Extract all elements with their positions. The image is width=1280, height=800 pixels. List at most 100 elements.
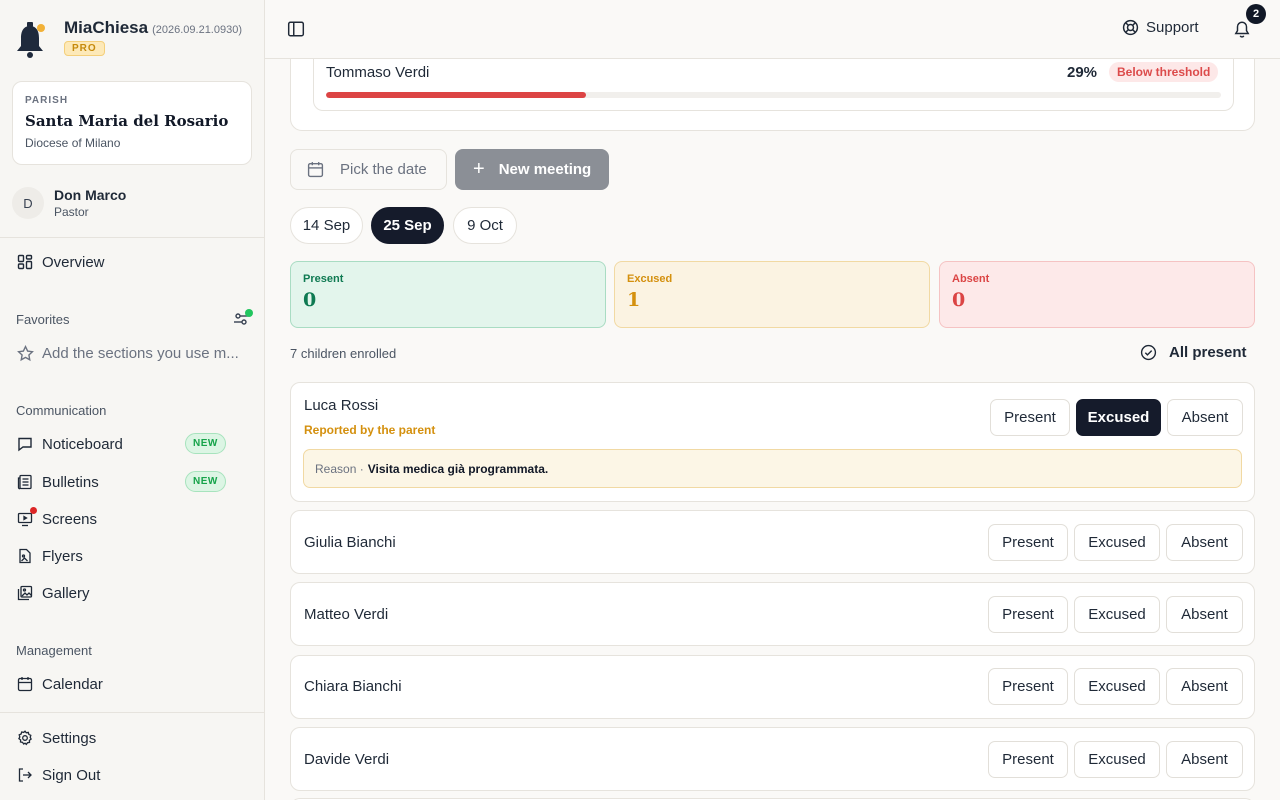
- sidebar-item-noticeboard[interactable]: Noticeboard: [16, 433, 123, 455]
- threshold-row: Tommaso Verdi 29% Below threshold: [313, 51, 1234, 111]
- sidebar-item-label: Overview: [42, 253, 105, 271]
- excused-button[interactable]: Excused: [1074, 741, 1160, 778]
- calendar-icon: [16, 675, 34, 693]
- sidebar-item-label: Settings: [42, 729, 97, 747]
- main-content: Tommaso Verdi 29% Below threshold Pick t…: [265, 0, 1280, 800]
- app-version: (2026.09.21.0930): [152, 24, 243, 36]
- excused-button[interactable]: Excused: [1074, 668, 1160, 705]
- sidebar-item-label: Noticeboard: [42, 435, 123, 453]
- excused-button[interactable]: Excused: [1074, 596, 1160, 633]
- date-picker-label: Pick the date: [340, 161, 427, 178]
- date-picker-button[interactable]: Pick the date: [290, 149, 447, 190]
- user-profile[interactable]: D Don Marco Pastor: [12, 187, 126, 219]
- attendance-progress-fill: [326, 92, 586, 98]
- child-card: Giulia Bianchi Present Excused Absent: [290, 510, 1255, 574]
- child-card: Chiara Bianchi Present Excused Absent: [290, 655, 1255, 719]
- sidebar-item-flyers[interactable]: Flyers: [16, 545, 83, 567]
- divider: [0, 712, 265, 713]
- absent-button[interactable]: Absent: [1166, 524, 1243, 561]
- reported-by-parent: Reported by the parent: [304, 423, 436, 437]
- sidebar-item-label: Flyers: [42, 547, 83, 565]
- child-card: Luca Rossi Reported by the parent Presen…: [290, 382, 1255, 502]
- child-name: Matteo Verdi: [304, 606, 389, 623]
- sidebar-toggle-icon[interactable]: [287, 20, 305, 38]
- sidebar-item-calendar[interactable]: Calendar: [16, 673, 103, 695]
- sidebar-item-label: Add the sections you use m...: [42, 344, 239, 362]
- notification-count-badge: 2: [1246, 4, 1266, 24]
- sidebar-item-overview[interactable]: Overview: [16, 251, 105, 273]
- support-button[interactable]: Support: [1122, 19, 1199, 36]
- threshold-child-name: Tommaso Verdi: [326, 64, 430, 81]
- topbar: Support 2: [265, 0, 1280, 59]
- date-chip-25-sep[interactable]: 25 Sep: [371, 207, 444, 244]
- new-meeting-button[interactable]: + New meeting: [455, 149, 609, 190]
- brand[interactable]: MiaChiesa (2026.09.21.0930) PRO: [14, 18, 242, 62]
- stat-absent: Absent 0: [939, 261, 1255, 328]
- new-badge: NEW: [185, 433, 226, 454]
- images-icon: [16, 584, 34, 602]
- notification-dot: [30, 507, 37, 514]
- child-card: Davide Verdi Present Excused Absent: [290, 727, 1255, 791]
- sidebar-item-label: Sign Out: [42, 766, 101, 784]
- all-present-label: All present: [1169, 344, 1247, 361]
- parish-diocese: Diocese of Milano: [25, 136, 121, 150]
- excused-button[interactable]: Excused: [1076, 399, 1161, 436]
- status-dot: [245, 309, 253, 317]
- customize-favorites-icon[interactable]: [233, 309, 253, 329]
- star-icon: [16, 344, 34, 362]
- newspaper-icon: [16, 473, 34, 491]
- parish-card[interactable]: PARISH Santa Maria del Rosario Diocese o…: [12, 81, 252, 165]
- parish-label: PARISH: [25, 95, 69, 106]
- divider: [0, 237, 265, 238]
- pro-badge: PRO: [64, 41, 105, 56]
- reason-label: Reason ·: [315, 461, 364, 476]
- sidebar-item-settings[interactable]: Settings: [16, 727, 96, 749]
- sidebar-item-favorites-placeholder[interactable]: Add the sections you use m...: [16, 342, 239, 364]
- stat-present-label: Present: [303, 273, 344, 285]
- child-name: Luca Rossi: [304, 397, 379, 414]
- stat-excused: Excused 1: [614, 261, 930, 328]
- all-present-button[interactable]: All present: [1140, 344, 1247, 361]
- sidebar-item-bulletins[interactable]: Bulletins: [16, 471, 99, 493]
- present-button[interactable]: Present: [990, 399, 1070, 436]
- present-button[interactable]: Present: [988, 668, 1068, 705]
- present-button[interactable]: Present: [988, 741, 1068, 778]
- excused-button[interactable]: Excused: [1074, 524, 1160, 561]
- child-name: Chiara Bianchi: [304, 678, 402, 695]
- new-badge: NEW: [185, 471, 226, 492]
- message-icon: [16, 435, 34, 453]
- sidebar-item-label: Bulletins: [42, 473, 99, 491]
- logout-icon: [16, 766, 34, 784]
- new-meeting-label: New meeting: [498, 161, 592, 178]
- grid-icon: [16, 253, 34, 271]
- absent-button[interactable]: Absent: [1167, 399, 1243, 436]
- absent-button[interactable]: Absent: [1166, 741, 1243, 778]
- absence-reason: Reason · Visita medica già programmata.: [303, 449, 1242, 488]
- absent-button[interactable]: Absent: [1166, 668, 1243, 705]
- date-chip-14-sep[interactable]: 14 Sep: [290, 207, 363, 244]
- present-button[interactable]: Present: [988, 596, 1068, 633]
- sidebar-item-sign-out[interactable]: Sign Out: [16, 764, 100, 786]
- stat-present-value: 0: [303, 289, 317, 311]
- stat-excused-value: 1: [627, 289, 641, 311]
- bell-icon[interactable]: [1233, 20, 1253, 40]
- app-name: MiaChiesa: [64, 18, 149, 37]
- sidebar-item-screens[interactable]: Screens: [16, 507, 98, 530]
- below-threshold-badge: Below threshold: [1109, 62, 1219, 82]
- sidebar-item-gallery[interactable]: Gallery: [16, 582, 90, 604]
- avatar: D: [12, 187, 44, 219]
- reason-text: Visita medica già programmata.: [367, 461, 549, 476]
- file-image-icon: [16, 547, 34, 565]
- sidebar-item-label: Screens: [42, 510, 98, 528]
- present-button[interactable]: Present: [988, 524, 1068, 561]
- user-name: Don Marco: [54, 187, 127, 203]
- plus-icon: +: [473, 158, 485, 180]
- absent-button[interactable]: Absent: [1166, 596, 1243, 633]
- monitor-play-icon: [16, 507, 37, 528]
- sidebar: MiaChiesa (2026.09.21.0930) PRO PARISH Sa…: [0, 0, 265, 800]
- child-name: Giulia Bianchi: [304, 534, 396, 551]
- gear-icon: [16, 729, 34, 747]
- date-chip-9-oct[interactable]: 9 Oct: [453, 207, 517, 244]
- stat-absent-value: 0: [952, 289, 966, 311]
- stat-present: Present 0: [290, 261, 606, 328]
